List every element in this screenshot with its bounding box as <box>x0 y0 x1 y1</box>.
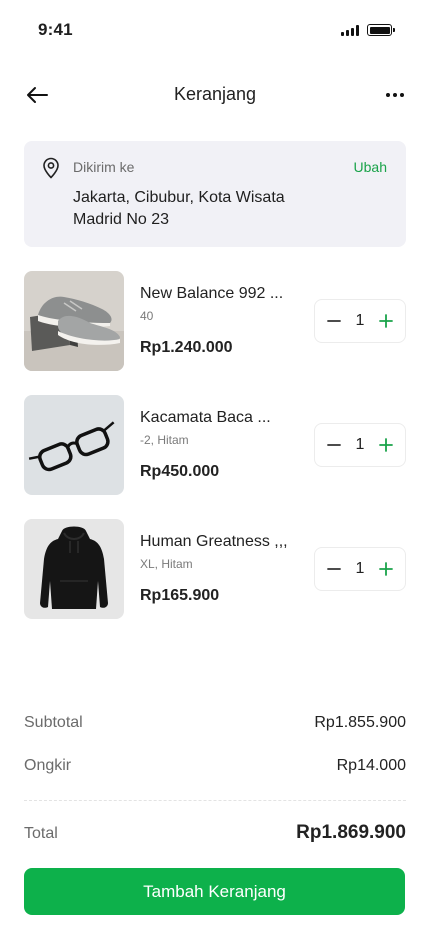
shipping-address-card: Dikirim ke Ubah Jakarta, Cibubur, Kota W… <box>24 141 406 247</box>
shipping-label: Ongkir <box>24 757 72 774</box>
page-title: Keranjang <box>173 84 257 104</box>
quantity-stepper: 1 <box>314 299 406 343</box>
status-time: 9:41 <box>38 20 73 39</box>
subtotal-label: Subtotal <box>24 714 83 731</box>
total-label: Total <box>24 825 58 842</box>
product-price: Rp450.000 <box>140 463 220 480</box>
more-dot <box>386 93 390 97</box>
status-bar: 9:41 <box>0 0 430 62</box>
total-value: Rp1.869.900 <box>296 822 406 843</box>
quantity-stepper: 1 <box>314 423 406 467</box>
cart-item: New Balance 992 ... 40 Rp1.240.000 1 <box>24 271 406 371</box>
minus-icon <box>327 568 341 570</box>
more-dot <box>393 93 397 97</box>
minus-icon <box>327 444 341 446</box>
cart-list: New Balance 992 ... 40 Rp1.240.000 1 Kac… <box>24 271 406 643</box>
more-dot <box>400 93 404 97</box>
shipping-row: Ongkir Rp14.000 <box>24 757 406 775</box>
product-variant: 40 <box>140 309 154 323</box>
product-image-sneakers[interactable] <box>24 271 124 371</box>
cart-item: Human Greatness ,,, XL, Hitam Rp165.900 … <box>24 519 406 619</box>
quantity-value: 1 <box>355 560 365 577</box>
plus-icon <box>379 562 393 576</box>
change-address-link[interactable]: Ubah <box>354 159 387 175</box>
signal-icon <box>341 24 359 36</box>
plus-icon <box>379 314 393 328</box>
subtotal-value: Rp1.855.900 <box>314 714 406 731</box>
summary-divider <box>24 800 406 801</box>
quantity-value: 1 <box>355 436 365 453</box>
product-name[interactable]: New Balance 992 ... <box>140 285 283 303</box>
battery-icon <box>367 24 395 36</box>
product-variant: XL, Hitam <box>140 557 193 571</box>
product-price: Rp165.900 <box>140 587 220 604</box>
address-value: Jakarta, Cibubur, Kota Wisata Madrid No … <box>73 189 285 228</box>
decrease-quantity-button[interactable] <box>323 434 345 456</box>
product-variant: -2, Hitam <box>140 433 189 447</box>
increase-quantity-button[interactable] <box>375 558 397 580</box>
add-to-cart-button[interactable]: Tambah Keranjang <box>24 868 405 915</box>
minus-icon <box>327 320 341 322</box>
product-name[interactable]: Kacamata Baca ... <box>140 409 271 427</box>
quantity-stepper: 1 <box>314 547 406 591</box>
subtotal-row: Subtotal Rp1.855.900 <box>24 714 406 732</box>
increase-quantity-button[interactable] <box>375 434 397 456</box>
cart-item: Kacamata Baca ... -2, Hitam Rp450.000 1 <box>24 395 406 495</box>
total-row: Total Rp1.869.900 <box>24 822 406 844</box>
shipping-value: Rp14.000 <box>336 757 406 774</box>
decrease-quantity-button[interactable] <box>323 310 345 332</box>
product-image-eyeglasses[interactable] <box>24 395 124 495</box>
decrease-quantity-button[interactable] <box>323 558 345 580</box>
product-name[interactable]: Human Greatness ,,, <box>140 533 288 551</box>
increase-quantity-button[interactable] <box>375 310 397 332</box>
address-label: Dikirim ke <box>73 159 135 175</box>
plus-icon <box>379 438 393 452</box>
more-options-button[interactable] <box>380 80 410 110</box>
quantity-value: 1 <box>355 312 365 329</box>
product-image-hoodie[interactable] <box>24 519 124 619</box>
location-pin-icon <box>43 157 59 179</box>
header: Keranjang <box>0 72 430 118</box>
status-icons <box>341 24 395 36</box>
product-price: Rp1.240.000 <box>140 339 233 356</box>
